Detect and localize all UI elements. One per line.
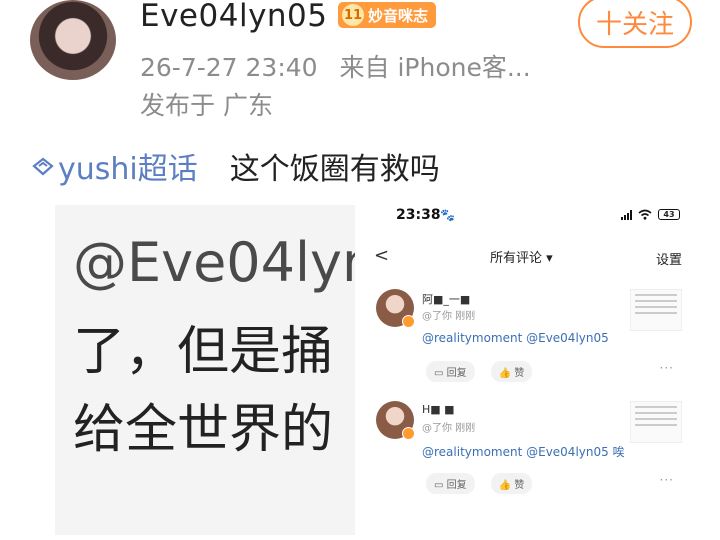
user-avatar[interactable] bbox=[30, 0, 116, 80]
comment-actions: ▭ 回复 👍 赞 bbox=[426, 361, 533, 382]
comment-text[interactable]: @realitymoment @Eve04lyn05 bbox=[422, 331, 609, 345]
image-text-line: 给全世界的 bbox=[73, 400, 334, 460]
follow-button[interactable]: 十关注 bbox=[578, 0, 692, 48]
post-image-1[interactable]: @Eve04lyn 了，但是捅 给全世界的 bbox=[55, 205, 355, 535]
post-timestamp: 26-7-27 23:40 bbox=[140, 53, 318, 82]
image-text-line: @Eve04lyn bbox=[73, 231, 355, 294]
avatar[interactable] bbox=[376, 401, 415, 440]
list-item[interactable]: H■ ■ @了你 刚刚 @realitymoment @Eve04lyn05 唉… bbox=[370, 401, 700, 511]
like-button[interactable]: 👍 赞 bbox=[490, 473, 533, 494]
more-icon[interactable]: ··· bbox=[660, 473, 674, 487]
post-body: 这个饭圈有救吗 bbox=[229, 152, 440, 187]
signal-icon bbox=[621, 209, 632, 220]
list-item[interactable]: 阿■_一■ @了你 刚刚 @realitymoment @Eve04lyn05 … bbox=[370, 289, 700, 399]
comment-subtitle: @了你 刚刚 bbox=[422, 311, 476, 322]
comment-actions: ▭ 回复 👍 赞 bbox=[426, 473, 533, 494]
thumbnail[interactable] bbox=[630, 289, 682, 331]
comment-author[interactable]: H■ ■ bbox=[422, 403, 455, 416]
post-image-2[interactable]: 23:38 🐾 43 < 所有评论 ▾ 设置 阿■_一■ @了你 刚刚 @rea… bbox=[370, 205, 700, 527]
status-time: 23:38 bbox=[396, 207, 441, 223]
wifi-icon bbox=[638, 209, 652, 220]
status-icons: 43 bbox=[621, 209, 680, 220]
thumbnail[interactable] bbox=[630, 401, 682, 443]
more-icon[interactable]: ··· bbox=[660, 361, 674, 375]
comment-text[interactable]: @realitymoment @Eve04lyn05 唉 bbox=[422, 443, 625, 460]
comments-filter[interactable]: 所有评论 ▾ bbox=[490, 247, 553, 266]
paw-icon: 🐾 bbox=[440, 208, 455, 222]
reply-button[interactable]: ▭ 回复 bbox=[426, 361, 475, 382]
post-meta: 26-7-27 23:40 来自 iPhone客... bbox=[140, 48, 531, 84]
username[interactable]: Eve04lyn05 bbox=[140, 0, 328, 34]
like-button[interactable]: 👍 赞 bbox=[490, 361, 533, 382]
comment-author[interactable]: 阿■_一■ bbox=[422, 291, 470, 307]
comment-subtitle: @了你 刚刚 bbox=[422, 423, 476, 434]
battery-icon: 43 bbox=[658, 209, 680, 220]
back-chevron-icon[interactable]: < bbox=[374, 245, 389, 266]
badge-label: 妙音咪志 bbox=[368, 6, 429, 25]
avatar[interactable] bbox=[376, 289, 415, 328]
settings-link[interactable]: 设置 bbox=[656, 249, 682, 268]
level-badge[interactable]: 11 妙音咪志 bbox=[338, 2, 437, 28]
topic-link[interactable]: yushi超话 bbox=[30, 144, 198, 188]
reply-button[interactable]: ▭ 回复 bbox=[426, 473, 475, 494]
diamond-icon bbox=[32, 157, 54, 176]
verified-icon bbox=[402, 315, 415, 328]
post-location: 发布于 广东 bbox=[140, 91, 273, 120]
image-text-line: 了，但是捅 bbox=[73, 322, 334, 382]
topic-label: yushi超话 bbox=[58, 152, 198, 187]
post-text: yushi超话 这个饭圈有救吗 bbox=[30, 144, 440, 188]
level-number: 11 bbox=[342, 4, 364, 26]
verified-icon bbox=[402, 427, 415, 440]
post-source: 来自 iPhone客... bbox=[339, 53, 531, 82]
